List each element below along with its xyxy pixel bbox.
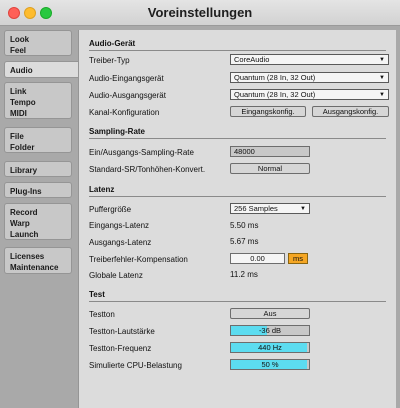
tab-label: Maintenance: [10, 263, 59, 272]
tab-label: Record: [10, 208, 38, 217]
dropdown-arrow-icon: ▼: [379, 92, 385, 98]
audio-preferences-panel: Audio-Gerät Treiber-Typ CoreAudio ▼ Audi…: [78, 30, 396, 408]
cpu-load-slider[interactable]: 50 %: [230, 359, 310, 370]
tab-audio[interactable]: Audio: [4, 61, 79, 78]
cpu-load-label: Simulierte CPU-Belastung: [89, 361, 182, 370]
driver-type-label: Treiber-Typ: [89, 56, 130, 65]
preferences-sidebar: Look Feel Audio Link Tempo MIDI File Fol…: [0, 26, 79, 408]
tab-label: Plug-Ins: [10, 187, 42, 196]
section-title-test: Test: [89, 290, 105, 299]
cpu-load-value: 50 %: [261, 360, 279, 369]
input-device-value: Quantum (28 In, 32 Out): [234, 73, 316, 82]
driver-error-label: Treiberfehler-Kompensation: [89, 255, 188, 264]
title-bar: Voreinstellungen: [0, 0, 400, 26]
output-device-value: Quantum (28 In, 32 Out): [234, 90, 316, 99]
driver-type-dropdown[interactable]: CoreAudio ▼: [230, 54, 389, 65]
tab-label: Warp: [10, 219, 30, 228]
tab-label: File: [10, 132, 24, 141]
overall-latency-value: 11.2 ms: [230, 270, 258, 279]
buffer-size-label: Puffergröße: [89, 205, 132, 214]
tab-label: MIDI: [10, 109, 27, 118]
tone-volume-value: -36 dB: [258, 326, 282, 335]
tab-label: Folder: [10, 143, 35, 152]
tab-label: Look: [10, 35, 30, 44]
input-config-button[interactable]: Eingangskonfig.: [230, 106, 306, 117]
output-config-button[interactable]: Ausgangskonfig.: [312, 106, 389, 117]
output-device-dropdown[interactable]: Quantum (28 In, 32 Out) ▼: [230, 89, 389, 100]
tab-link-tempo-midi[interactable]: Link Tempo MIDI: [4, 82, 72, 119]
output-latency-label: Ausgangs-Latenz: [89, 238, 152, 247]
input-latency-label: Eingangs-Latenz: [89, 221, 150, 230]
tab-record-warp-launch[interactable]: Record Warp Launch: [4, 203, 72, 240]
test-tone-label: Testton: [89, 310, 115, 319]
input-device-dropdown[interactable]: Quantum (28 In, 32 Out) ▼: [230, 72, 389, 83]
output-latency-value: 5.67 ms: [230, 237, 259, 246]
tone-frequency-label: Testton-Frequenz: [89, 344, 152, 353]
section-divider: [89, 301, 386, 302]
input-device-label: Audio-Eingangsgerät: [89, 74, 164, 83]
tab-label: Link: [10, 87, 27, 96]
io-sample-rate-label: Ein/Ausgangs-Sampling-Rate: [89, 148, 194, 157]
tab-label: Tempo: [10, 98, 36, 107]
test-tone-toggle[interactable]: Aus: [230, 308, 310, 319]
tab-label: Audio: [10, 66, 33, 75]
input-latency-value: 5.50 ms: [230, 221, 259, 230]
tab-label: Feel: [10, 46, 27, 55]
driver-type-value: CoreAudio: [234, 55, 270, 64]
section-title-audio-device: Audio-Gerät: [89, 39, 136, 48]
tab-label: Launch: [10, 230, 39, 239]
dropdown-arrow-icon: ▼: [379, 75, 385, 81]
section-title-sample-rate: Sampling-Rate: [89, 127, 146, 136]
window-title: Voreinstellungen: [147, 5, 253, 20]
default-sr-label: Standard-SR/Tonhöhen-Konvert.: [89, 165, 206, 174]
section-divider: [89, 196, 386, 197]
section-divider: [89, 138, 386, 139]
io-sample-rate-field[interactable]: 48000: [230, 146, 310, 157]
overall-latency-label: Globale Latenz: [89, 271, 143, 280]
dropdown-arrow-icon: ▼: [379, 57, 385, 63]
tab-label: Licenses: [10, 252, 45, 261]
tab-library[interactable]: Library: [4, 161, 72, 177]
tab-licenses-maintenance[interactable]: Licenses Maintenance: [4, 247, 72, 274]
tab-file-folder[interactable]: File Folder: [4, 127, 72, 153]
output-device-label: Audio-Ausgangsgerät: [89, 91, 166, 100]
buffer-size-value: 256 Samples: [234, 204, 278, 213]
buffer-size-dropdown[interactable]: 256 Samples ▼: [230, 203, 310, 214]
tab-look-feel[interactable]: Look Feel: [4, 30, 72, 56]
section-title-latency: Latenz: [89, 185, 115, 194]
channel-config-label: Kanal-Konfiguration: [89, 108, 160, 117]
tab-label: Library: [10, 166, 38, 175]
tone-volume-label: Testton-Lautstärke: [89, 327, 155, 336]
tab-plug-ins[interactable]: Plug-Ins: [4, 182, 72, 198]
tone-frequency-slider[interactable]: 440 Hz: [230, 342, 310, 353]
dropdown-arrow-icon: ▼: [300, 206, 306, 212]
driver-error-unit-button[interactable]: ms: [288, 253, 308, 264]
default-sr-button[interactable]: Normal: [230, 163, 310, 174]
driver-error-field[interactable]: 0.00: [230, 253, 285, 264]
tone-frequency-value: 440 Hz: [258, 343, 282, 352]
tone-volume-slider[interactable]: -36 dB: [230, 325, 310, 336]
section-divider: [89, 50, 386, 51]
